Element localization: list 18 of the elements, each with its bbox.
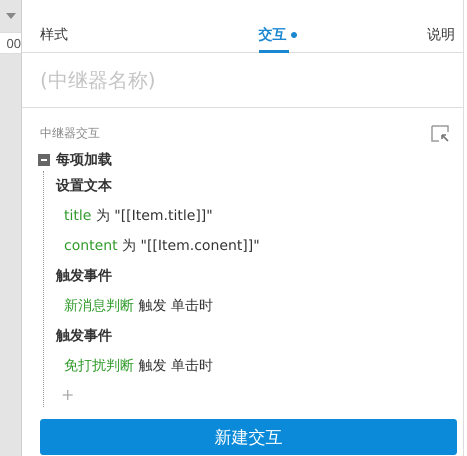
tab[interactable]: 样式 bbox=[40, 17, 68, 52]
action-detail: 新消息判断 触发 单击时 bbox=[64, 297, 213, 315]
new-interaction-button[interactable]: 新建交互 bbox=[40, 419, 457, 455]
add-action-icon[interactable]: + bbox=[61, 385, 74, 407]
action-label: 设置文本 bbox=[56, 177, 112, 195]
action-label: 触发事件 bbox=[56, 327, 112, 345]
dropdown-arrow-icon[interactable] bbox=[6, 13, 16, 19]
collapse-icon[interactable] bbox=[38, 154, 50, 166]
action-detail: 免打扰判断 触发 单击时 bbox=[64, 357, 213, 375]
section-title: 中继器交互 bbox=[40, 124, 100, 142]
action-detail: title 为 "[[Item.title]]" bbox=[64, 207, 213, 225]
action-detail: content 为 "[[Item.conent]]" bbox=[64, 237, 260, 255]
collapse-panel-icon[interactable] bbox=[431, 124, 449, 142]
tab[interactable]: 交互 bbox=[258, 17, 296, 52]
cell-value: 00 bbox=[6, 36, 21, 50]
tab[interactable]: 说明 bbox=[427, 17, 455, 52]
action-label: 触发事件 bbox=[56, 267, 112, 285]
event-label: 每项加载 bbox=[56, 151, 112, 169]
